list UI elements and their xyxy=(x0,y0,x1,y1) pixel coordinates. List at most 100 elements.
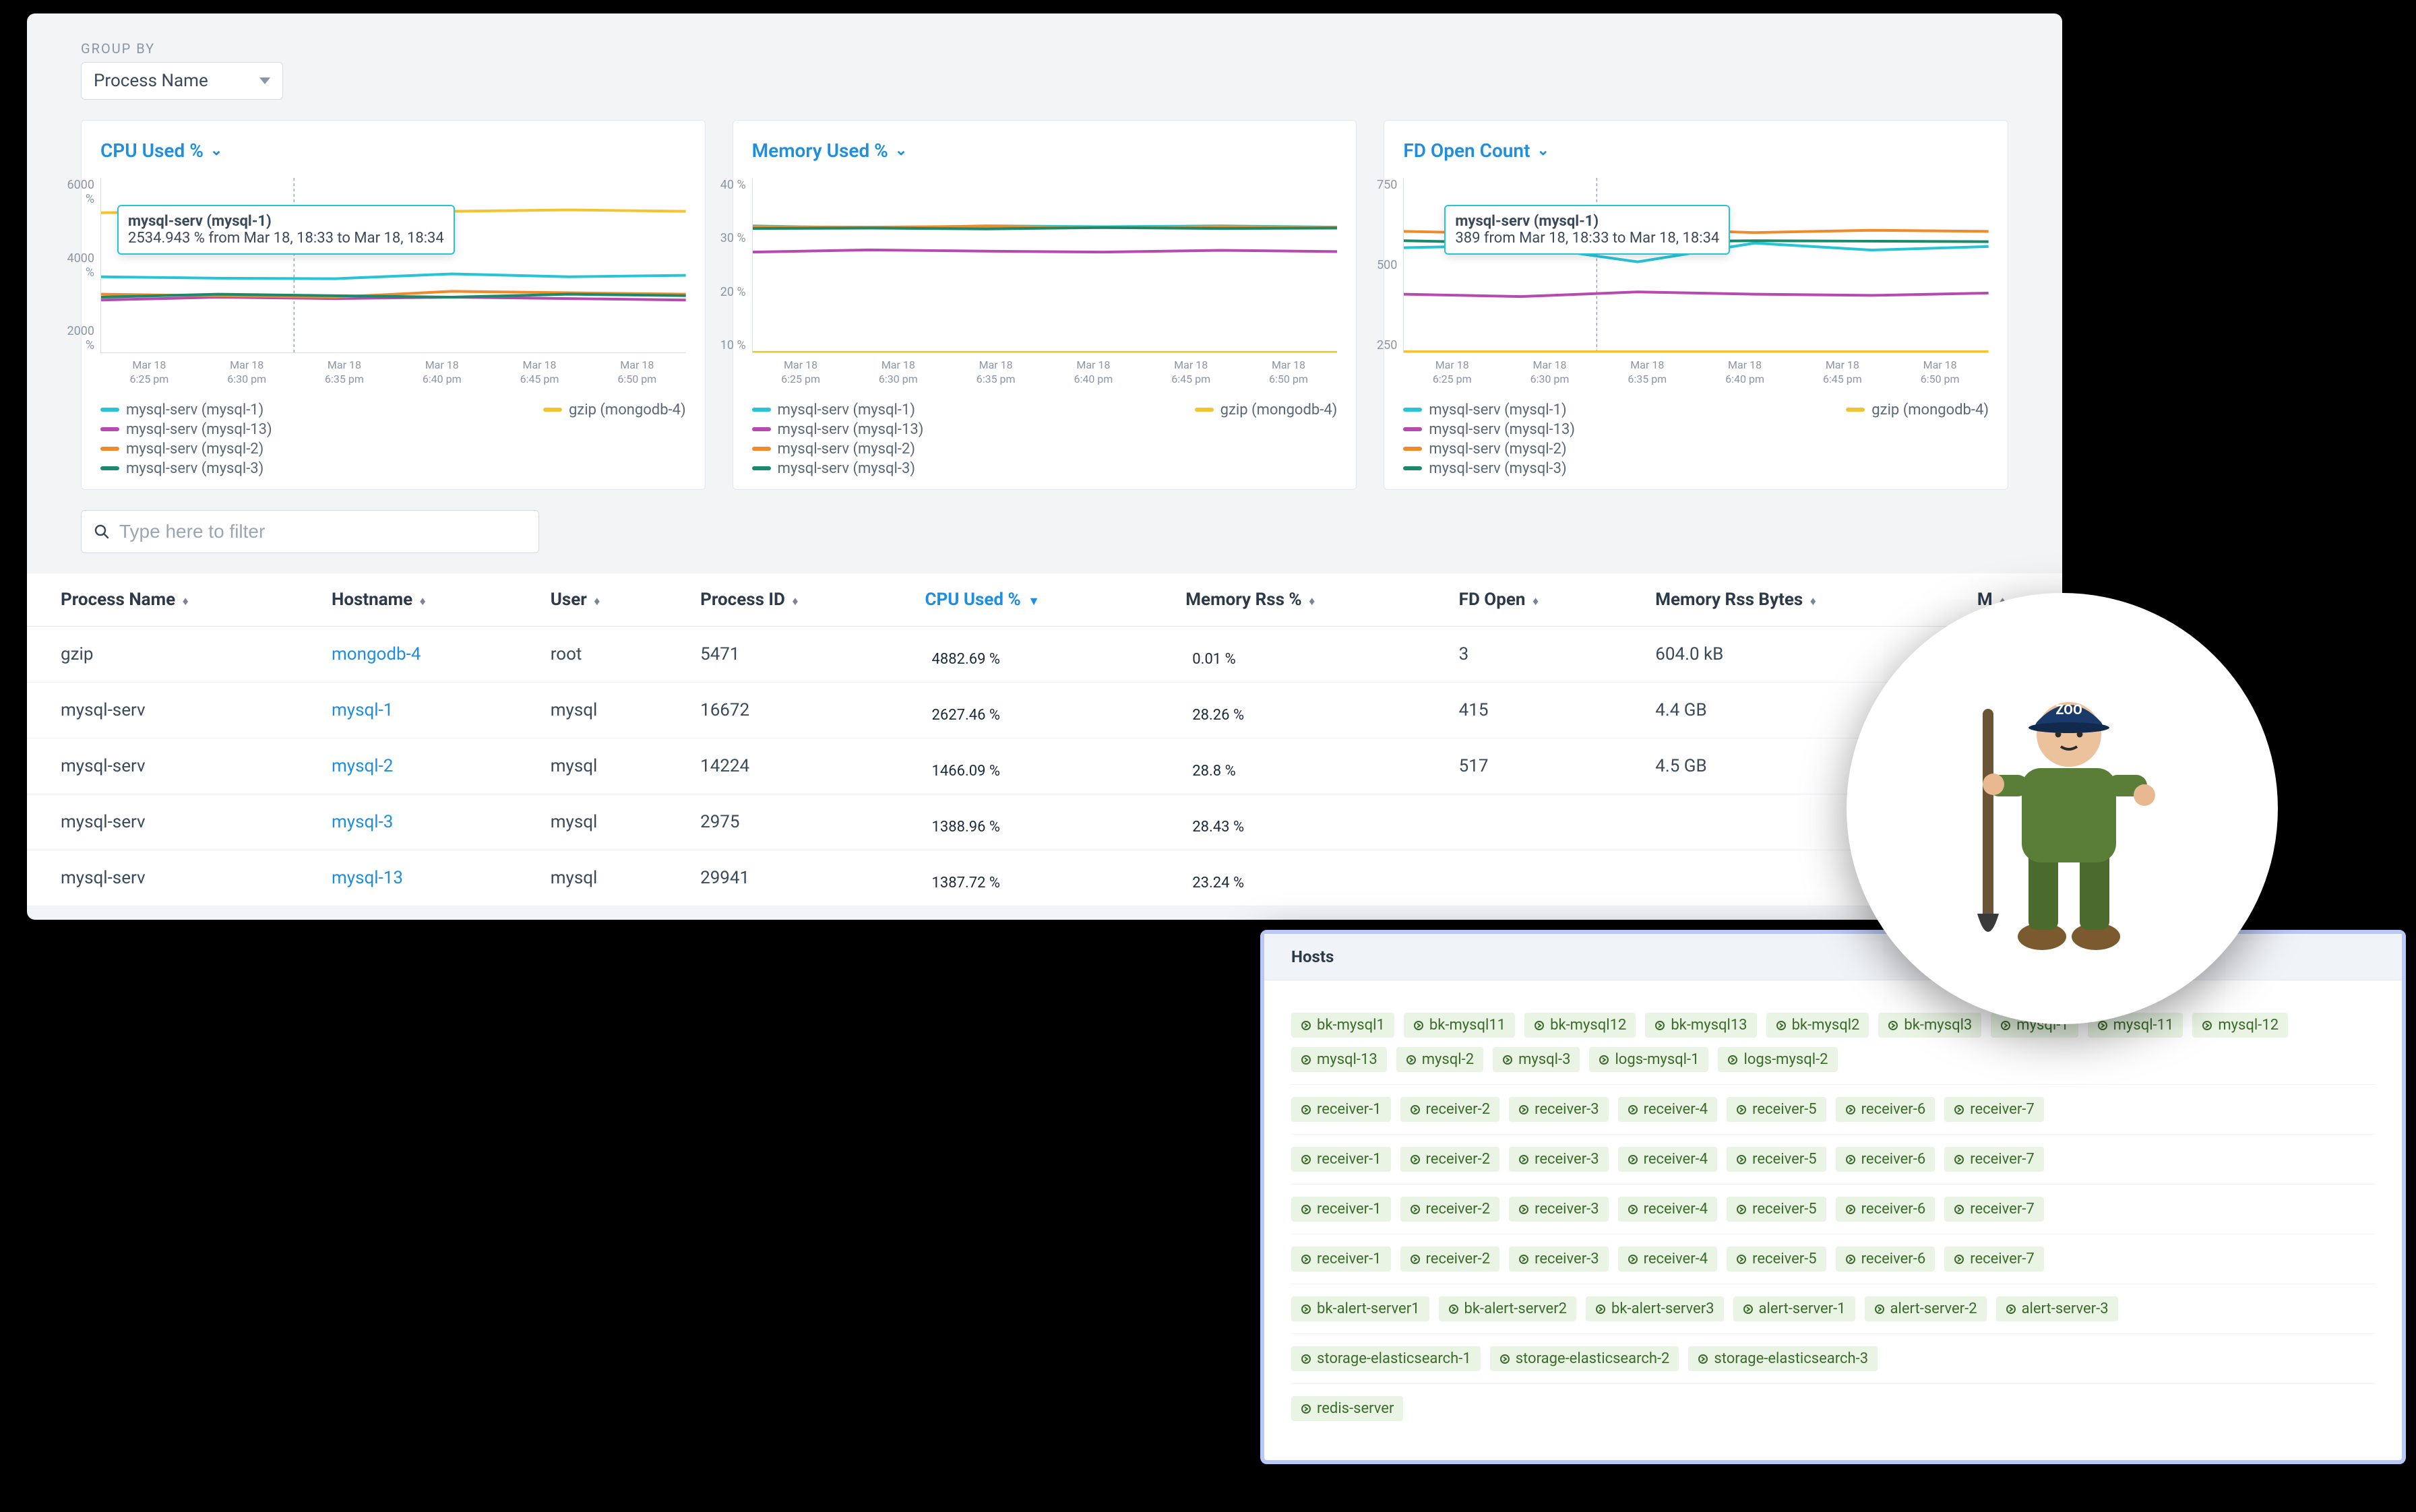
panel-title[interactable]: CPU Used %⌄ xyxy=(100,139,686,162)
host-chip[interactable]: bk-mysql3 xyxy=(1878,1013,1981,1038)
host-chip[interactable]: receiver-7 xyxy=(1944,1147,2044,1172)
table-row[interactable]: mysql-servmysql-3mysql29751388.96 %28.43… xyxy=(27,794,2062,850)
legend-item[interactable]: mysql-serv (mysql-3) xyxy=(100,460,272,477)
legend-item[interactable]: mysql-serv (mysql-1) xyxy=(1403,402,1575,418)
cell-user: root xyxy=(517,626,667,682)
chart-area[interactable]: 6000 %4000 %2000 %mysql-serv (mysql-1)25… xyxy=(100,178,686,353)
host-chip[interactable]: mysql-3 xyxy=(1493,1047,1580,1072)
host-chip[interactable]: receiver-5 xyxy=(1727,1247,1826,1271)
host-chip[interactable]: bk-mysql1 xyxy=(1291,1013,1394,1038)
host-chip[interactable]: logs-mysql-1 xyxy=(1589,1047,1708,1072)
table-row[interactable]: gzipmongodb-4root54714882.69 %0.01 %3604… xyxy=(27,626,2062,682)
col-header[interactable]: User ♦ xyxy=(517,573,667,627)
host-chip[interactable]: receiver-6 xyxy=(1836,1247,1935,1271)
host-chip[interactable]: redis-server xyxy=(1291,1396,1403,1421)
legend-item[interactable]: mysql-serv (mysql-13) xyxy=(100,421,272,438)
host-chip[interactable]: receiver-1 xyxy=(1291,1147,1391,1172)
host-chip[interactable]: receiver-2 xyxy=(1400,1197,1500,1222)
host-chip[interactable]: bk-mysql11 xyxy=(1404,1013,1515,1038)
chart-area[interactable]: 40 %30 %20 %10 % xyxy=(752,178,1338,353)
host-chip[interactable]: bk-mysql13 xyxy=(1645,1013,1756,1038)
legend-item[interactable]: mysql-serv (mysql-2) xyxy=(752,441,924,458)
host-chip[interactable]: receiver-4 xyxy=(1618,1197,1718,1222)
host-chip[interactable]: storage-elasticsearch-3 xyxy=(1688,1346,1878,1371)
host-chip[interactable]: mysql-2 xyxy=(1396,1047,1483,1072)
col-header[interactable]: CPU Used % ▼ xyxy=(891,573,1152,627)
legend-item[interactable]: gzip (mongodb-4) xyxy=(543,402,686,418)
panel-title[interactable]: Memory Used %⌄ xyxy=(752,139,1338,162)
chevron-down-icon: ⌄ xyxy=(895,142,907,159)
host-chip[interactable]: mysql-13 xyxy=(1291,1047,1387,1072)
host-chip[interactable]: receiver-5 xyxy=(1727,1097,1826,1122)
legend-item[interactable]: mysql-serv (mysql-13) xyxy=(1403,421,1575,438)
legend-item[interactable]: mysql-serv (mysql-13) xyxy=(752,421,924,438)
col-header[interactable]: Process ID ♦ xyxy=(667,573,891,627)
legend-item[interactable]: mysql-serv (mysql-2) xyxy=(100,441,272,458)
cell-hostname[interactable]: mysql-2 xyxy=(298,738,517,794)
host-chip[interactable]: receiver-2 xyxy=(1400,1147,1500,1172)
host-chip[interactable]: storage-elasticsearch-2 xyxy=(1490,1346,1679,1371)
col-header[interactable]: Memory Rss % ♦ xyxy=(1152,573,1425,627)
cell-hostname[interactable]: mysql-3 xyxy=(298,794,517,850)
col-header[interactable]: Memory Rss Bytes ♦ xyxy=(1621,573,1944,627)
host-chip[interactable]: alert-server-1 xyxy=(1733,1296,1855,1321)
arrow-icon xyxy=(1502,1054,1513,1065)
host-chip[interactable]: receiver-7 xyxy=(1944,1097,2044,1122)
host-chip[interactable]: receiver-2 xyxy=(1400,1097,1500,1122)
legend-item[interactable]: mysql-serv (mysql-2) xyxy=(1403,441,1575,458)
col-header[interactable]: Hostname ♦ xyxy=(298,573,517,627)
legend-swatch xyxy=(752,427,771,431)
table-row[interactable]: mysql-servmysql-13mysql299411387.72 %23.… xyxy=(27,850,2062,906)
host-chip[interactable]: receiver-3 xyxy=(1509,1247,1609,1271)
legend-item[interactable]: gzip (mongodb-4) xyxy=(1195,402,1338,418)
chart-area[interactable]: 750500250mysql-serv (mysql-1)389 from Ma… xyxy=(1403,178,1989,353)
host-chip[interactable]: bk-alert-server2 xyxy=(1439,1296,1577,1321)
cell-hostname[interactable]: mongodb-4 xyxy=(298,626,517,682)
legend-item[interactable]: mysql-serv (mysql-1) xyxy=(752,402,924,418)
host-chip[interactable]: bk-alert-server1 xyxy=(1291,1296,1429,1321)
table-row[interactable]: mysql-servmysql-1mysql166722627.46 %28.2… xyxy=(27,682,2062,738)
cell-hostname[interactable]: mysql-13 xyxy=(298,850,517,906)
host-chip[interactable]: receiver-5 xyxy=(1727,1197,1826,1222)
host-chip[interactable]: receiver-6 xyxy=(1836,1147,1935,1172)
host-chip[interactable]: storage-elasticsearch-1 xyxy=(1291,1346,1481,1371)
cell-process: mysql-serv xyxy=(27,682,298,738)
arrow-icon xyxy=(1301,1404,1311,1414)
host-chip[interactable]: receiver-3 xyxy=(1509,1197,1609,1222)
host-chip[interactable]: receiver-3 xyxy=(1509,1147,1609,1172)
host-chip[interactable]: receiver-2 xyxy=(1400,1247,1500,1271)
host-chip[interactable]: bk-mysql12 xyxy=(1524,1013,1636,1038)
host-chip[interactable]: receiver-1 xyxy=(1291,1097,1391,1122)
table-row[interactable]: mysql-servmysql-2mysql142241466.09 %28.8… xyxy=(27,738,2062,794)
cell-hostname[interactable]: mysql-1 xyxy=(298,682,517,738)
col-header[interactable]: Process Name ♦ xyxy=(27,573,298,627)
col-header[interactable]: FD Open ♦ xyxy=(1425,573,1622,627)
host-chip[interactable]: receiver-7 xyxy=(1944,1197,2044,1222)
host-chip[interactable]: receiver-1 xyxy=(1291,1247,1391,1271)
host-chip[interactable]: receiver-7 xyxy=(1944,1247,2044,1271)
host-chip[interactable]: alert-server-3 xyxy=(1996,1296,2118,1321)
host-chip[interactable]: mysql-12 xyxy=(2192,1013,2288,1038)
host-chip[interactable]: receiver-1 xyxy=(1291,1197,1391,1222)
legend-item[interactable]: gzip (mongodb-4) xyxy=(1846,402,1989,418)
group-by-dropdown[interactable]: Process Name xyxy=(81,62,283,100)
legend-item[interactable]: mysql-serv (mysql-3) xyxy=(752,460,924,477)
filter-input-wrap[interactable] xyxy=(81,510,539,553)
host-chip[interactable]: receiver-6 xyxy=(1836,1097,1935,1122)
legend-item[interactable]: mysql-serv (mysql-1) xyxy=(100,402,272,418)
host-chip[interactable]: receiver-6 xyxy=(1836,1197,1935,1222)
host-chip[interactable]: bk-alert-server3 xyxy=(1586,1296,1724,1321)
host-chip[interactable]: receiver-5 xyxy=(1727,1147,1826,1172)
host-chip[interactable]: bk-mysql2 xyxy=(1766,1013,1869,1038)
host-chip[interactable]: receiver-4 xyxy=(1618,1147,1718,1172)
panel-title[interactable]: FD Open Count⌄ xyxy=(1403,139,1989,162)
cell-cpu: 1387.72 % xyxy=(891,850,1152,906)
legend-item[interactable]: mysql-serv (mysql-3) xyxy=(1403,460,1575,477)
filter-input[interactable] xyxy=(119,521,526,542)
host-chip[interactable]: receiver-3 xyxy=(1509,1097,1609,1122)
host-chip[interactable]: alert-server-2 xyxy=(1865,1296,1987,1321)
host-chip[interactable]: receiver-4 xyxy=(1618,1097,1718,1122)
host-chip[interactable]: receiver-4 xyxy=(1618,1247,1718,1271)
arrow-icon xyxy=(1518,1154,1529,1165)
host-chip[interactable]: logs-mysql-2 xyxy=(1718,1047,1837,1072)
